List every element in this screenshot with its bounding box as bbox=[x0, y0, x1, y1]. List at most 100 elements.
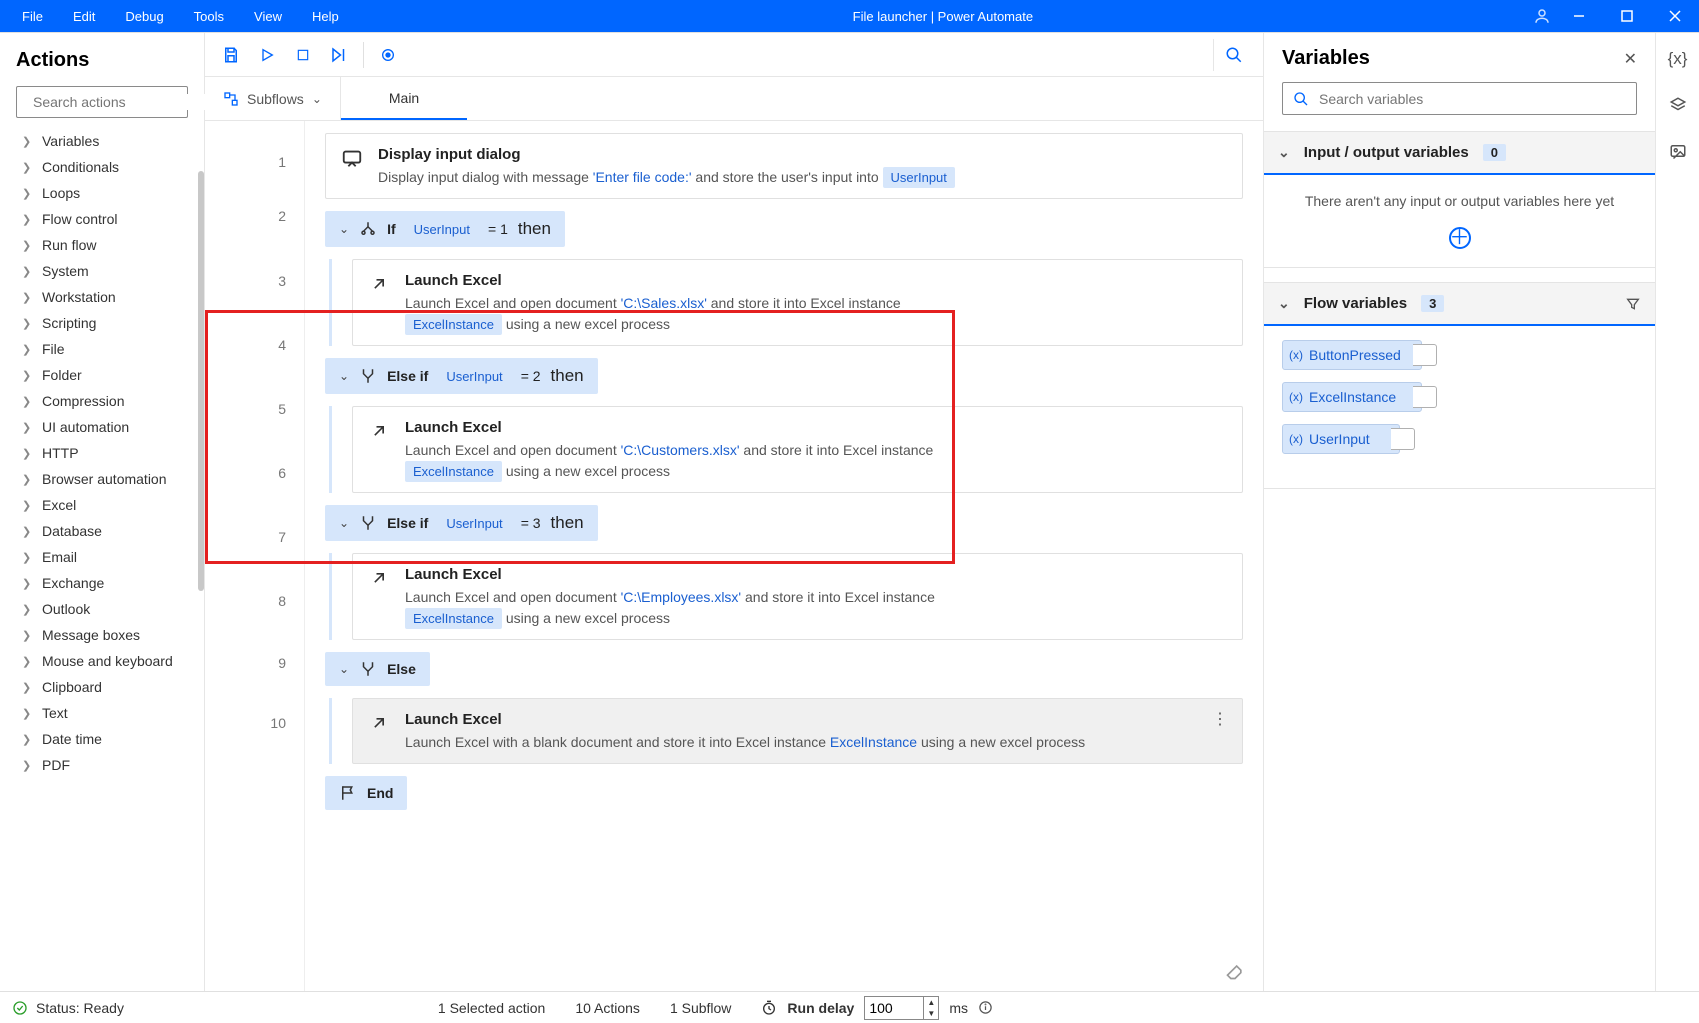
actions-search[interactable] bbox=[16, 86, 188, 118]
more-icon[interactable]: ⋮ bbox=[1212, 709, 1228, 729]
actions-item-workstation[interactable]: ❯Workstation bbox=[0, 284, 204, 310]
dialog-icon bbox=[340, 146, 364, 170]
menu-view[interactable]: View bbox=[240, 5, 296, 28]
menu-tools[interactable]: Tools bbox=[180, 5, 238, 28]
step-end[interactable]: End bbox=[325, 776, 1243, 810]
menu-help[interactable]: Help bbox=[298, 5, 353, 28]
actions-item-browser-automation[interactable]: ❯Browser automation bbox=[0, 466, 204, 492]
actions-item-outlook[interactable]: ❯Outlook bbox=[0, 596, 204, 622]
actions-item-file[interactable]: ❯File bbox=[0, 336, 204, 362]
close-icon[interactable]: ✕ bbox=[1624, 49, 1637, 69]
actions-item-http[interactable]: ❯HTTP bbox=[0, 440, 204, 466]
chevron-right-icon: ❯ bbox=[22, 317, 32, 330]
actions-item-scripting[interactable]: ❯Scripting bbox=[0, 310, 204, 336]
chevron-right-icon: ❯ bbox=[22, 759, 32, 772]
designer-pane: Subflows ⌄ Main 1 2 3 4 5 6 7 8 9 10 bbox=[205, 33, 1263, 991]
actions-item-database[interactable]: ❯Database bbox=[0, 518, 204, 544]
step-launch-excel-2[interactable]: Launch Excel Launch Excel and open docum… bbox=[352, 406, 1243, 493]
collapse-icon[interactable]: ⌄ bbox=[339, 369, 349, 383]
maximize-button[interactable] bbox=[1603, 0, 1651, 32]
add-variable-button[interactable]: ＋ bbox=[1449, 227, 1471, 249]
actions-item-text[interactable]: ❯Text bbox=[0, 700, 204, 726]
chevron-right-icon: ❯ bbox=[22, 707, 32, 720]
collapse-icon[interactable]: ⌄ bbox=[339, 662, 349, 676]
info-icon[interactable] bbox=[978, 1000, 993, 1015]
actions-item-loops[interactable]: ❯Loops bbox=[0, 180, 204, 206]
actions-scrollbar[interactable] bbox=[198, 81, 204, 991]
step-else-if-1[interactable]: ⌄ Else if UserInput = 2 then bbox=[325, 358, 1243, 394]
step-else[interactable]: ⌄ Else bbox=[325, 652, 1243, 686]
chevron-right-icon: ❯ bbox=[22, 395, 32, 408]
user-badge[interactable] bbox=[1533, 7, 1551, 25]
collapse-icon[interactable]: ⌄ bbox=[339, 516, 349, 530]
step-launch-excel-4[interactable]: Launch Excel Launch Excel with a blank d… bbox=[352, 698, 1243, 764]
variable-chip[interactable]: (x)ExcelInstance bbox=[1282, 382, 1422, 412]
actions-item-message-boxes[interactable]: ❯Message boxes bbox=[0, 622, 204, 648]
search-flow-button[interactable] bbox=[1213, 39, 1253, 71]
step-display-input-dialog[interactable]: Display input dialog Display input dialo… bbox=[325, 133, 1243, 199]
subflows-dropdown[interactable]: Subflows ⌄ bbox=[205, 77, 341, 120]
step-launch-excel-1[interactable]: Launch Excel Launch Excel and open docum… bbox=[352, 259, 1243, 346]
variable-chip[interactable]: (x)ButtonPressed bbox=[1282, 340, 1422, 370]
actions-title: Actions bbox=[0, 33, 204, 86]
stop-button[interactable] bbox=[287, 39, 319, 71]
record-button[interactable] bbox=[372, 39, 404, 71]
subflows-bar: Subflows ⌄ Main bbox=[205, 77, 1263, 121]
filter-icon[interactable] bbox=[1625, 296, 1641, 312]
actions-item-mouse-keyboard[interactable]: ❯Mouse and keyboard bbox=[0, 648, 204, 674]
variable-token: UserInput bbox=[883, 167, 955, 189]
actions-item-variables[interactable]: ❯Variables bbox=[0, 128, 204, 154]
variables-search-input[interactable] bbox=[1319, 91, 1626, 107]
run-button[interactable] bbox=[251, 39, 283, 71]
eraser-icon[interactable] bbox=[1225, 961, 1245, 981]
actions-search-input[interactable] bbox=[33, 94, 214, 110]
menu-edit[interactable]: Edit bbox=[59, 5, 109, 28]
variable-chip[interactable]: (x)UserInput bbox=[1282, 424, 1400, 454]
variables-search[interactable] bbox=[1282, 82, 1637, 115]
actions-item-clipboard[interactable]: ❯Clipboard bbox=[0, 674, 204, 700]
chevron-right-icon: ❯ bbox=[22, 447, 32, 460]
actions-item-exchange[interactable]: ❯Exchange bbox=[0, 570, 204, 596]
spin-buttons[interactable]: ▲▼ bbox=[924, 996, 939, 1020]
minimize-button[interactable] bbox=[1555, 0, 1603, 32]
actions-item-pdf[interactable]: ❯PDF bbox=[0, 752, 204, 778]
variables-icon[interactable]: {x} bbox=[1666, 47, 1690, 71]
actions-item-ui-automation[interactable]: ❯UI automation bbox=[0, 414, 204, 440]
run-delay-input[interactable] bbox=[864, 996, 924, 1020]
status-actions: 10 Actions bbox=[575, 1000, 640, 1016]
flow-workspace[interactable]: 1 2 3 4 5 6 7 8 9 10 Display input dialo… bbox=[205, 121, 1263, 991]
step-if[interactable]: ⌄ If UserInput = 1 then bbox=[325, 211, 1243, 247]
actions-item-system[interactable]: ❯System bbox=[0, 258, 204, 284]
actions-list[interactable]: ❯Variables ❯Conditionals ❯Loops ❯Flow co… bbox=[0, 128, 204, 991]
close-button[interactable] bbox=[1651, 0, 1699, 32]
actions-item-compression[interactable]: ❯Compression bbox=[0, 388, 204, 414]
actions-item-folder[interactable]: ❯Folder bbox=[0, 362, 204, 388]
subflow-icon bbox=[223, 91, 239, 107]
io-variables-header[interactable]: ⌄ Input / output variables 0 bbox=[1264, 132, 1655, 173]
scrollbar-thumb[interactable] bbox=[198, 171, 204, 591]
actions-item-flow-control[interactable]: ❯Flow control bbox=[0, 206, 204, 232]
flag-icon bbox=[339, 784, 357, 802]
image-icon[interactable] bbox=[1666, 139, 1690, 163]
chevron-down-icon: ⌄ bbox=[1278, 144, 1290, 161]
title-bar: File Edit Debug Tools View Help File lau… bbox=[0, 0, 1699, 32]
actions-item-run-flow[interactable]: ❯Run flow bbox=[0, 232, 204, 258]
collapse-icon[interactable]: ⌄ bbox=[339, 222, 349, 236]
actions-item-date-time[interactable]: ❯Date time bbox=[0, 726, 204, 752]
save-button[interactable] bbox=[215, 39, 247, 71]
chevron-right-icon: ❯ bbox=[22, 161, 32, 174]
step-else-if-2[interactable]: ⌄ Else if UserInput = 3 then bbox=[325, 505, 1243, 541]
actions-pane: Actions ❯Variables ❯Conditionals ❯Loops … bbox=[0, 33, 205, 991]
step-button[interactable] bbox=[323, 39, 355, 71]
actions-item-excel[interactable]: ❯Excel bbox=[0, 492, 204, 518]
actions-item-conditionals[interactable]: ❯Conditionals bbox=[0, 154, 204, 180]
tab-main[interactable]: Main bbox=[341, 77, 467, 120]
actions-item-email[interactable]: ❯Email bbox=[0, 544, 204, 570]
menu-bar: File Edit Debug Tools View Help bbox=[8, 5, 353, 28]
menu-file[interactable]: File bbox=[8, 5, 57, 28]
menu-debug[interactable]: Debug bbox=[111, 5, 177, 28]
layers-icon[interactable] bbox=[1666, 93, 1690, 117]
launch-icon bbox=[367, 711, 391, 735]
step-launch-excel-3[interactable]: Launch Excel Launch Excel and open docum… bbox=[352, 553, 1243, 640]
flow-variables-header[interactable]: ⌄ Flow variables 3 bbox=[1264, 283, 1655, 324]
